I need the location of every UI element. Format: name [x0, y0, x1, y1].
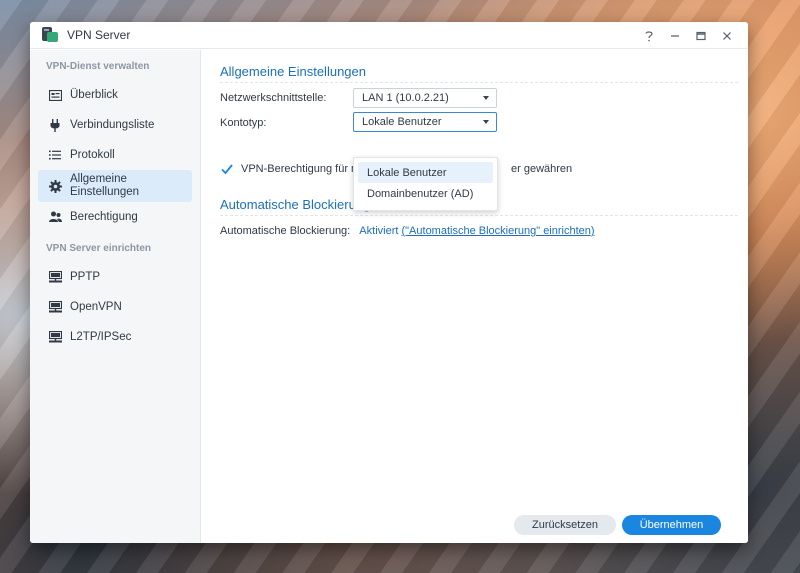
- minimize-icon[interactable]: [664, 25, 686, 47]
- main-panel: Allgemeine Einstellungen Netzwerkschnitt…: [202, 50, 748, 543]
- account-type-label: Kontotyp:: [220, 117, 267, 129]
- sidebar-item-openvpn[interactable]: OpenVPN: [38, 292, 192, 322]
- sidebar-item-permission[interactable]: Berechtigung: [38, 202, 192, 232]
- dropdown-option-domain-users[interactable]: Domainbenutzer (AD): [358, 183, 493, 204]
- window-title: VPN Server: [67, 28, 131, 42]
- overview-icon: [48, 88, 62, 102]
- sidebar-section-manage: VPN-Dienst verwalten: [46, 60, 150, 72]
- checkmark-icon: [221, 164, 233, 175]
- chevron-down-icon: [483, 96, 489, 100]
- list-icon: [48, 148, 62, 162]
- sidebar-item-label: PPTP: [70, 270, 101, 283]
- sidebar-item-overview[interactable]: Überblick: [38, 80, 192, 110]
- sidebar: VPN-Dienst verwalten Überblick Verbindun…: [30, 50, 201, 543]
- sidebar-item-label: Berechtigung: [70, 210, 138, 223]
- title-bar[interactable]: VPN Server: [30, 22, 748, 49]
- account-type-select-value: Lokale Benutzer: [362, 116, 442, 128]
- vpn-permission-checkbox[interactable]: VPN-Berechtigung für ne: [220, 162, 363, 176]
- sidebar-item-pptp[interactable]: PPTP: [38, 262, 192, 292]
- sidebar-item-log[interactable]: Protokoll: [38, 140, 192, 170]
- apply-button[interactable]: Übernehmen: [622, 515, 721, 535]
- plug-icon: [48, 118, 62, 132]
- gear-icon: [48, 179, 62, 193]
- reset-button[interactable]: Zurücksetzen: [514, 515, 616, 535]
- server-icon: [48, 330, 62, 344]
- vpn-permission-text-tail: er gewähren: [511, 163, 573, 175]
- account-type-dropdown: Lokale Benutzer Domainbenutzer (AD): [353, 157, 498, 211]
- users-icon: [48, 210, 62, 224]
- auto-block-status: Aktiviert: [359, 225, 399, 237]
- sidebar-section-setup: VPN Server einrichten: [46, 242, 152, 254]
- interface-label: Netzwerkschnittstelle:: [220, 92, 327, 104]
- sidebar-item-label: Allgemeine Einstellungen: [70, 173, 140, 198]
- vpn-server-app-icon: [41, 26, 59, 44]
- auto-block-settings-link[interactable]: ("Automatische Blockierung" einrichten): [401, 225, 594, 237]
- auto-block-row: Automatische Blockierung: Aktiviert ("Au…: [220, 225, 595, 237]
- help-icon[interactable]: [638, 25, 660, 47]
- close-icon[interactable]: [716, 25, 738, 47]
- sidebar-item-label: Verbindungsliste: [70, 118, 155, 131]
- sidebar-item-l2tp[interactable]: L2TP/IPSec: [38, 322, 192, 352]
- sidebar-item-label: L2TP/IPSec: [70, 330, 132, 343]
- account-type-select[interactable]: Lokale Benutzer: [353, 112, 497, 132]
- server-icon: [48, 270, 62, 284]
- sidebar-item-general-settings[interactable]: Allgemeine Einstellungen: [38, 170, 192, 202]
- server-icon: [48, 300, 62, 314]
- dropdown-option-local-users[interactable]: Lokale Benutzer: [358, 162, 493, 183]
- sidebar-item-connection-list[interactable]: Verbindungsliste: [38, 110, 192, 140]
- sidebar-item-label: OpenVPN: [70, 300, 122, 313]
- sidebar-item-label: Überblick: [70, 88, 118, 101]
- vpn-permission-text: VPN-Berechtigung für ne: [241, 163, 364, 175]
- maximize-icon[interactable]: [690, 25, 712, 47]
- general-settings-title: Allgemeine Einstellungen: [220, 64, 366, 79]
- chevron-down-icon: [483, 120, 489, 124]
- vpn-server-window: VPN Server VPN-Dienst verwalten Überblic…: [30, 22, 748, 543]
- interface-select[interactable]: LAN 1 (10.0.2.21): [353, 88, 497, 108]
- interface-select-value: LAN 1 (10.0.2.21): [362, 92, 449, 104]
- window-controls: [638, 22, 738, 49]
- auto-block-label: Automatische Blockierung:: [220, 225, 351, 237]
- auto-block-title: Automatische Blockierung: [220, 197, 371, 212]
- sidebar-item-label: Protokoll: [70, 148, 115, 161]
- section-divider: [220, 215, 738, 216]
- section-divider: [220, 82, 738, 83]
